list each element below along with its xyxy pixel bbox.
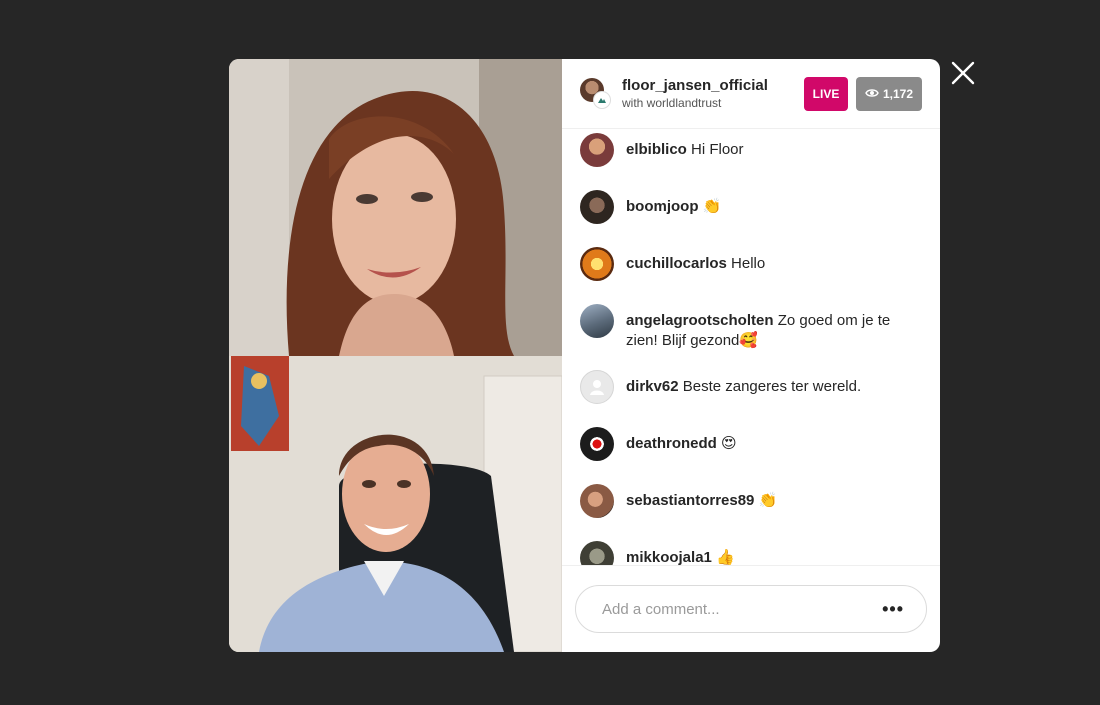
comment-username[interactable]: dirkv62 [626,378,679,395]
comment-text: Beste zangeres ter wereld. [682,378,862,395]
comment-item: deathronedd 😍 [580,427,922,465]
comment-text: 😍 [721,435,737,452]
comment-username[interactable]: deathronedd [626,435,717,452]
comment-text: 👏 [758,492,778,509]
comment-username[interactable]: cuchillocarlos [626,255,727,272]
avatar[interactable] [580,484,614,518]
host-info: floor_jansen_official with worldlandtrus… [622,77,804,111]
live-modal: floor_jansen_official with worldlandtrus… [229,59,940,652]
comment-text: 👍 [716,549,735,565]
avatar[interactable] [580,370,614,404]
host-username[interactable]: floor_jansen_official [622,77,804,95]
viewer-count-badge: 1,172 [856,76,922,111]
live-header: floor_jansen_official with worldlandtrus… [562,59,940,129]
comment-item: angelagrootscholten Zo goed om je te zie… [580,304,922,351]
comments-list[interactable]: elbiblico Hi Floor boomjoop 👏 cuchilloca… [562,129,940,565]
comment-text: 👏 [702,198,722,215]
comment-username[interactable]: boomjoop [626,198,698,215]
more-options-icon[interactable]: ••• [882,599,904,620]
comment-text: Hello [731,255,766,272]
comment-footer: ••• [562,565,940,652]
live-badge: LIVE [804,76,848,111]
avatar[interactable] [580,541,614,565]
avatar[interactable] [580,427,614,461]
comment-item: boomjoop 👏 [580,190,922,228]
avatar[interactable] [580,133,614,167]
avatar[interactable] [580,190,614,224]
avatar[interactable] [580,247,614,281]
comment-username[interactable]: sebastiantorres89 [626,492,754,509]
close-icon[interactable] [950,60,976,86]
side-panel: floor_jansen_official with worldlandtrus… [562,59,940,652]
comment-username[interactable]: angelagrootscholten [626,312,774,329]
guest-avatar [593,90,611,109]
comment-text: Hi Floor [691,141,744,158]
comment-item: dirkv62 Beste zangeres ter wereld. [580,370,922,408]
comment-input[interactable] [600,599,883,619]
video-panel [229,59,562,652]
comment-item: mikkoojala1 👍 [580,541,922,565]
comment-username[interactable]: mikkoojala1 [626,549,712,565]
avatar[interactable] [580,304,614,338]
host-with-text: with worldlandtrust [622,95,722,110]
guest-video [229,356,562,652]
comment-item: sebastiantorres89 👏 [580,484,922,522]
host-video [229,59,562,356]
eye-icon [865,87,879,101]
comment-item: elbiblico Hi Floor [580,133,922,171]
comment-box: ••• [575,585,927,633]
host-avatar[interactable] [580,77,612,110]
viewer-count: 1,172 [882,86,914,101]
comment-username[interactable]: elbiblico [626,141,687,158]
comment-item: cuchillocarlos Hello [580,247,922,285]
